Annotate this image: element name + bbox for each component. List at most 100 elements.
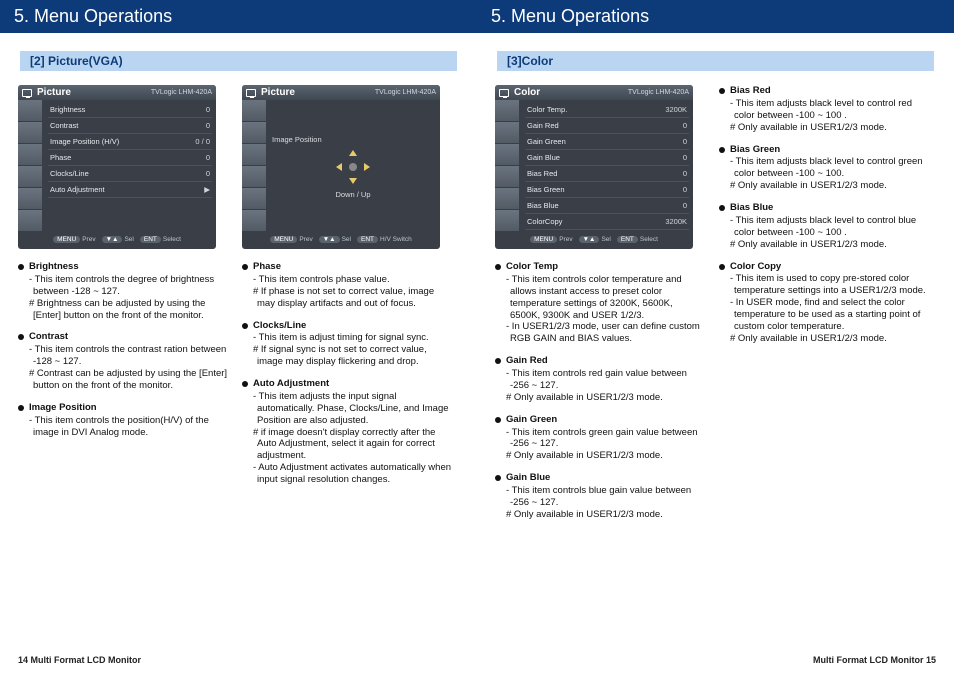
osd-row: ColorCopy3200K xyxy=(525,214,689,230)
description-item: Bias Blue- This item adjusts black level… xyxy=(719,202,929,251)
osd-icon xyxy=(242,100,266,122)
osd-row: Gain Green0 xyxy=(525,134,689,150)
osd-nav-label: Image Position xyxy=(266,135,322,144)
item-name: Image Position xyxy=(29,402,97,414)
item-line: # Brightness can be adjusted by using th… xyxy=(29,298,228,322)
item-line: # If signal sync is not set to correct v… xyxy=(253,344,452,368)
osd-footer: MENUPrev ▼▲Sel ENTSelect xyxy=(18,232,216,249)
description-item: Contrast- This item controls the contras… xyxy=(18,331,228,391)
osd-footer: MENUPrev ▼▲Sel ENTH/V Switch xyxy=(242,232,440,249)
description-item: Bias Green- This item adjusts black leve… xyxy=(719,144,929,193)
osd-picture-list: Picture TVLogic LHM-420A Brightness0Cont… xyxy=(18,85,216,249)
page-footer-left: 14 Multi Format LCD Monitor xyxy=(18,655,141,665)
osd-icon xyxy=(495,166,519,188)
description-item: Image Position- This item controls the p… xyxy=(18,402,228,439)
description-item: Color Temp- This item controls color tem… xyxy=(495,261,705,345)
osd-icon xyxy=(495,144,519,166)
osd-icon xyxy=(18,144,42,166)
bullet-icon xyxy=(495,475,501,481)
osd-row: Contrast0 xyxy=(48,118,212,134)
osd-sidebar-icons xyxy=(495,100,519,232)
content-left: Picture TVLogic LHM-420A Brightness0Cont… xyxy=(0,85,477,496)
osd-row: Gain Blue0 xyxy=(525,150,689,166)
osd-row: Clocks/Line0 xyxy=(48,166,212,182)
bullet-icon xyxy=(495,417,501,423)
item-line: - In USER1/2/3 mode, user can define cus… xyxy=(506,321,705,345)
osd-brand: TVLogic LHM-420A xyxy=(375,89,436,96)
item-line: - This item controls blue gain value bet… xyxy=(506,485,705,509)
osd-header: Picture TVLogic LHM-420A xyxy=(242,85,440,100)
bullet-icon xyxy=(495,264,501,270)
osd-sidebar-icons xyxy=(18,100,42,232)
osd-icon xyxy=(18,188,42,210)
bullet-icon xyxy=(719,205,725,211)
bullet-icon xyxy=(242,323,248,329)
col-left-2: Picture TVLogic LHM-420A Image Positi xyxy=(242,85,452,496)
content-right: Color TVLogic LHM-420A Color Temp.3200KG… xyxy=(477,85,954,531)
item-name: Brightness xyxy=(29,261,79,273)
description-item: Gain Red- This item controls red gain va… xyxy=(495,355,705,404)
osd-color: Color TVLogic LHM-420A Color Temp.3200KG… xyxy=(495,85,693,249)
osd-nav-area: Image Position Down / Up xyxy=(266,100,440,232)
item-line: - This item controls the position(H/V) o… xyxy=(29,415,228,439)
monitor-icon xyxy=(246,89,256,97)
osd-icon xyxy=(18,210,42,232)
description-item: Phase- This item controls phase value. #… xyxy=(242,261,452,310)
item-line: - This item controls phase value. xyxy=(253,274,452,286)
osd-footer: MENUPrev ▼▲Sel ENTSelect xyxy=(495,232,693,249)
description-item: Color Copy- This item is used to copy pr… xyxy=(719,261,929,345)
item-name: Clocks/Line xyxy=(253,320,306,332)
item-line: # Only available in USER1/2/3 mode. xyxy=(730,122,929,134)
page-right: 5. Menu Operations [3]Color Color TVLogi… xyxy=(477,0,954,679)
osd-row: Bias Green0 xyxy=(525,182,689,198)
osd-title: Color xyxy=(514,87,540,98)
item-line: - Auto Adjustment activates automaticall… xyxy=(253,462,452,486)
item-name: Gain Green xyxy=(506,414,557,426)
osd-row: Phase0 xyxy=(48,150,212,166)
bullet-icon xyxy=(18,334,24,340)
osd-icon xyxy=(495,188,519,210)
osd-icon xyxy=(495,210,519,232)
item-name: Gain Blue xyxy=(506,472,550,484)
item-line: # Only available in USER1/2/3 mode. xyxy=(506,450,705,462)
item-name: Auto Adjustment xyxy=(253,378,329,390)
monitor-icon xyxy=(22,89,32,97)
bullet-icon xyxy=(719,147,725,153)
item-name: Contrast xyxy=(29,331,68,343)
description-item: Clocks/Line- This item is adjust timing … xyxy=(242,320,452,369)
item-line: - This item controls the degree of brigh… xyxy=(29,274,228,298)
bullet-icon xyxy=(719,264,725,270)
osd-picture-nav: Picture TVLogic LHM-420A Image Positi xyxy=(242,85,440,249)
description-item: Auto Adjustment- This item adjusts the i… xyxy=(242,378,452,486)
osd-row: Auto Adjustment▶ xyxy=(48,182,212,198)
page-title: 5. Menu Operations xyxy=(477,0,954,33)
item-line: # Only available in USER1/2/3 mode. xyxy=(506,509,705,521)
osd-title: Picture xyxy=(37,87,71,98)
item-line: # Contrast can be adjusted by using the … xyxy=(29,368,228,392)
bullet-icon xyxy=(18,264,24,270)
description-item: Brightness- This item controls the degre… xyxy=(18,261,228,321)
item-line: # Only available in USER1/2/3 mode. xyxy=(730,333,929,345)
item-line: # Only available in USER1/2/3 mode. xyxy=(730,180,929,192)
item-line: - This item adjusts black level to contr… xyxy=(730,98,929,122)
description-item: Gain Blue- This item controls blue gain … xyxy=(495,472,705,521)
osd-icon xyxy=(495,100,519,122)
description-item: Bias Red- This item adjusts black level … xyxy=(719,85,929,134)
item-line: - In USER mode, find and select the colo… xyxy=(730,297,929,333)
section-header-color: [3]Color xyxy=(497,51,934,71)
item-name: Bias Red xyxy=(730,85,771,97)
item-name: Gain Red xyxy=(506,355,548,367)
item-name: Color Copy xyxy=(730,261,781,273)
osd-row: Color Temp.3200K xyxy=(525,102,689,118)
item-line: # If phase is not set to correct value, … xyxy=(253,286,452,310)
item-line: # Only available in USER1/2/3 mode. xyxy=(506,392,705,404)
monitor-icon xyxy=(499,89,509,97)
item-line: - This item is used to copy pre-stored c… xyxy=(730,273,929,297)
osd-dpad-icon xyxy=(336,150,370,184)
bullet-icon xyxy=(495,358,501,364)
osd-icon xyxy=(242,144,266,166)
osd-icon xyxy=(18,100,42,122)
item-line: - This item controls green gain value be… xyxy=(506,427,705,451)
bullet-icon xyxy=(242,381,248,387)
col-right-1: Color TVLogic LHM-420A Color Temp.3200KG… xyxy=(495,85,705,531)
